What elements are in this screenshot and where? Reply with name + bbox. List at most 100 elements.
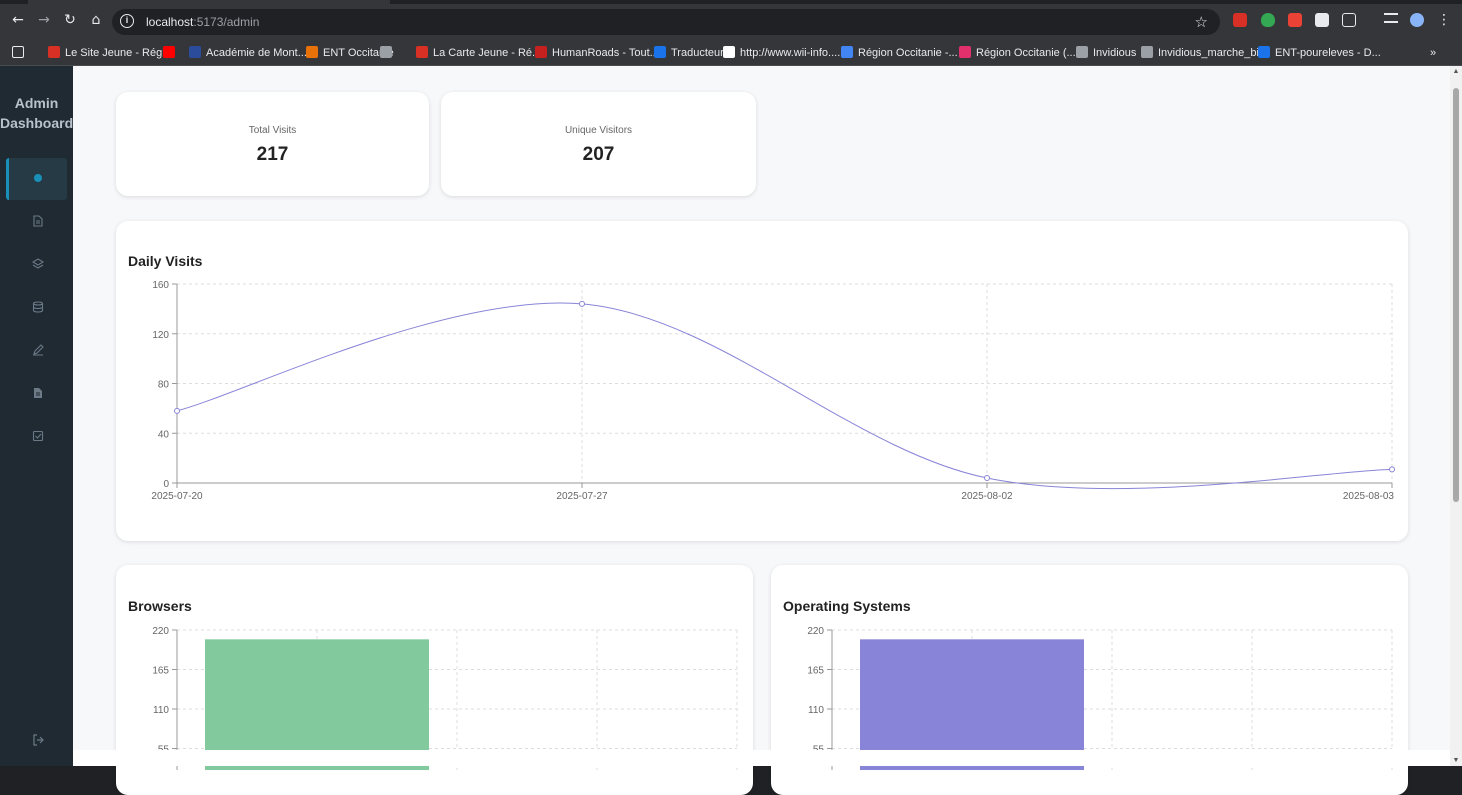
- browser-menu-icon[interactable]: ⋮: [1436, 12, 1452, 28]
- bookmark-label: http://www.wii-info....: [740, 47, 841, 59]
- bookmark-favicon-icon: [1141, 46, 1153, 58]
- bookmark-item[interactable]: La Carte Jeune - Ré...: [416, 46, 541, 60]
- unique-visitors-value: 207: [582, 144, 615, 165]
- scroll-down-icon[interactable]: ▼: [1450, 757, 1462, 764]
- y-tick-label: 220: [807, 626, 824, 637]
- x-tick-label: 2025-07-27: [556, 491, 608, 502]
- url-path: :5173/admin: [193, 15, 260, 29]
- bookmark-label: Région Occitanie -...: [858, 47, 958, 59]
- bookmark-label: ENT-poureleves - D...: [1275, 47, 1381, 59]
- forward-icon[interactable]: →: [36, 12, 52, 28]
- browser-toolbar: ← → ↻ ⌂ i localhost:5173/admin ☆ ⋮: [0, 0, 1462, 40]
- scroll-up-icon[interactable]: ▲: [1450, 68, 1462, 75]
- daily-visits-title: Daily Visits: [128, 253, 203, 269]
- bookmark-item[interactable]: [380, 46, 397, 60]
- y-tick-label: 165: [807, 666, 824, 677]
- bookmark-favicon-icon: [841, 46, 853, 58]
- x-tick-label: 2025-08-03: [1343, 491, 1395, 502]
- bookmark-label: Le Site Jeune - Régi...: [65, 47, 174, 59]
- y-tick-label: 120: [152, 330, 169, 341]
- data-point: [579, 300, 585, 307]
- profile-avatar[interactable]: [1410, 13, 1424, 27]
- url-host: localhost: [146, 15, 194, 29]
- total-visits-value: 217: [256, 144, 289, 165]
- page-scrollbar[interactable]: ▲ ▼: [1450, 66, 1462, 766]
- extensions-puzzle-icon[interactable]: [1342, 13, 1356, 27]
- sidebar: Admin Dashboard: [0, 66, 73, 766]
- bookmark-favicon-icon: [959, 46, 971, 58]
- bookmark-item[interactable]: HumanRoads - Tout...: [535, 46, 659, 60]
- logout-button[interactable]: [6, 734, 67, 776]
- bookmark-item[interactable]: Invidious_marche_bi...: [1141, 46, 1268, 60]
- bookmark-favicon-icon: [163, 46, 175, 58]
- y-tick-label: 0: [163, 479, 169, 490]
- bookmark-item[interactable]: [163, 46, 180, 60]
- sidebar-item-pen[interactable]: [6, 330, 67, 372]
- bookmark-item[interactable]: Région Occitanie (...: [959, 46, 1076, 60]
- x-tick-label: 2025-08-02: [961, 491, 1013, 502]
- y-tick-label: 165: [152, 666, 169, 677]
- sidebar-item-database[interactable]: [6, 287, 67, 329]
- bookmark-star-icon[interactable]: ☆: [1195, 13, 1208, 31]
- active-tab[interactable]: [28, 0, 390, 4]
- bookmark-favicon-icon: [654, 46, 666, 58]
- data-point: [1389, 466, 1395, 473]
- url-text[interactable]: localhost:5173/admin: [146, 15, 259, 29]
- y-tick-label: 110: [153, 705, 169, 716]
- data-point: [984, 475, 990, 482]
- daily-visits-chart: 0 40 80 120 160 2025-07-20 2025-07-27 2025-08-0…: [151, 280, 1395, 502]
- total-visits-label: Total Visits: [248, 125, 297, 136]
- address-bar[interactable]: i localhost:5173/admin ☆: [112, 9, 1220, 35]
- apps-grid-icon[interactable]: [12, 46, 29, 60]
- bookmark-label: Invidious_marche_bi...: [1158, 47, 1269, 59]
- y-tick-label: 110: [808, 705, 824, 716]
- reading-list-icon[interactable]: [1384, 13, 1398, 23]
- bookmark-item[interactable]: Le Site Jeune - Régi...: [48, 46, 174, 60]
- tab-strip: [0, 0, 1462, 4]
- bookmark-item[interactable]: ENT-poureleves - D...: [1258, 46, 1381, 60]
- layers-icon: [32, 258, 44, 269]
- checkbox-icon: [32, 430, 44, 442]
- sidebar-item-layers[interactable]: [6, 244, 67, 286]
- back-icon[interactable]: ←: [10, 12, 26, 28]
- bookmark-favicon-icon: [1258, 46, 1270, 58]
- more-bookmarks-icon[interactable]: »: [1430, 46, 1436, 60]
- unique-visitors-card: Unique Visitors 207: [441, 92, 756, 196]
- bookmark-label: La Carte Jeune - Ré...: [433, 47, 542, 59]
- browsers-chart: 55110165220: [152, 626, 738, 770]
- sidebar-item-file[interactable]: [6, 373, 67, 415]
- home-icon[interactable]: ⌂: [88, 12, 104, 28]
- main-content: Total Visits 217 Unique Visitors 207 Dai…: [73, 66, 1450, 795]
- bookmark-label: HumanRoads - Tout...: [552, 47, 659, 59]
- y-tick-label: 80: [158, 380, 170, 391]
- bookmark-item[interactable]: Région Occitanie -...: [841, 46, 958, 60]
- os-title: Operating Systems: [783, 598, 911, 614]
- site-info-icon[interactable]: i: [120, 14, 134, 28]
- bookmark-label: Traducteur: [671, 47, 724, 59]
- sidebar-item-checkbox[interactable]: [6, 416, 67, 458]
- bookmark-label: Région Occitanie (...: [976, 47, 1076, 59]
- bookmark-label: Invidious: [1093, 47, 1137, 59]
- extension-icon-3[interactable]: [1288, 13, 1302, 27]
- sidebar-item-dot[interactable]: [6, 158, 67, 200]
- scrollbar-thumb[interactable]: [1453, 88, 1459, 502]
- document-icon: [33, 215, 43, 227]
- reload-icon[interactable]: ↻: [62, 12, 78, 28]
- bookmark-item[interactable]: Académie de Mont...: [189, 46, 307, 60]
- bookmark-label: Académie de Mont...: [206, 47, 307, 59]
- total-visits-card: Total Visits 217: [116, 92, 429, 196]
- extension-icon-1[interactable]: [1233, 13, 1247, 27]
- daily-visits-card: Daily Visits 0 40 80 120 160 2025-07-20 2025-0…: [116, 221, 1408, 541]
- bookmark-favicon-icon: [723, 46, 735, 58]
- x-tick-label: 2025-07-20: [151, 491, 203, 502]
- sidebar-item-document[interactable]: [6, 201, 67, 243]
- bookmark-item[interactable]: http://www.wii-info....: [723, 46, 840, 60]
- extension-icon-2[interactable]: [1261, 13, 1275, 27]
- data-point: [174, 407, 180, 414]
- bookmark-favicon-icon: [189, 46, 201, 58]
- bookmark-item[interactable]: Traducteur: [654, 46, 724, 60]
- app-root: Admin Dashboard Total Visits 217 Unique …: [0, 66, 1462, 795]
- bookmark-item[interactable]: Invidious: [1076, 46, 1136, 60]
- extension-icon-4[interactable]: [1315, 13, 1329, 27]
- unique-visitors-label: Unique Visitors: [564, 125, 633, 136]
